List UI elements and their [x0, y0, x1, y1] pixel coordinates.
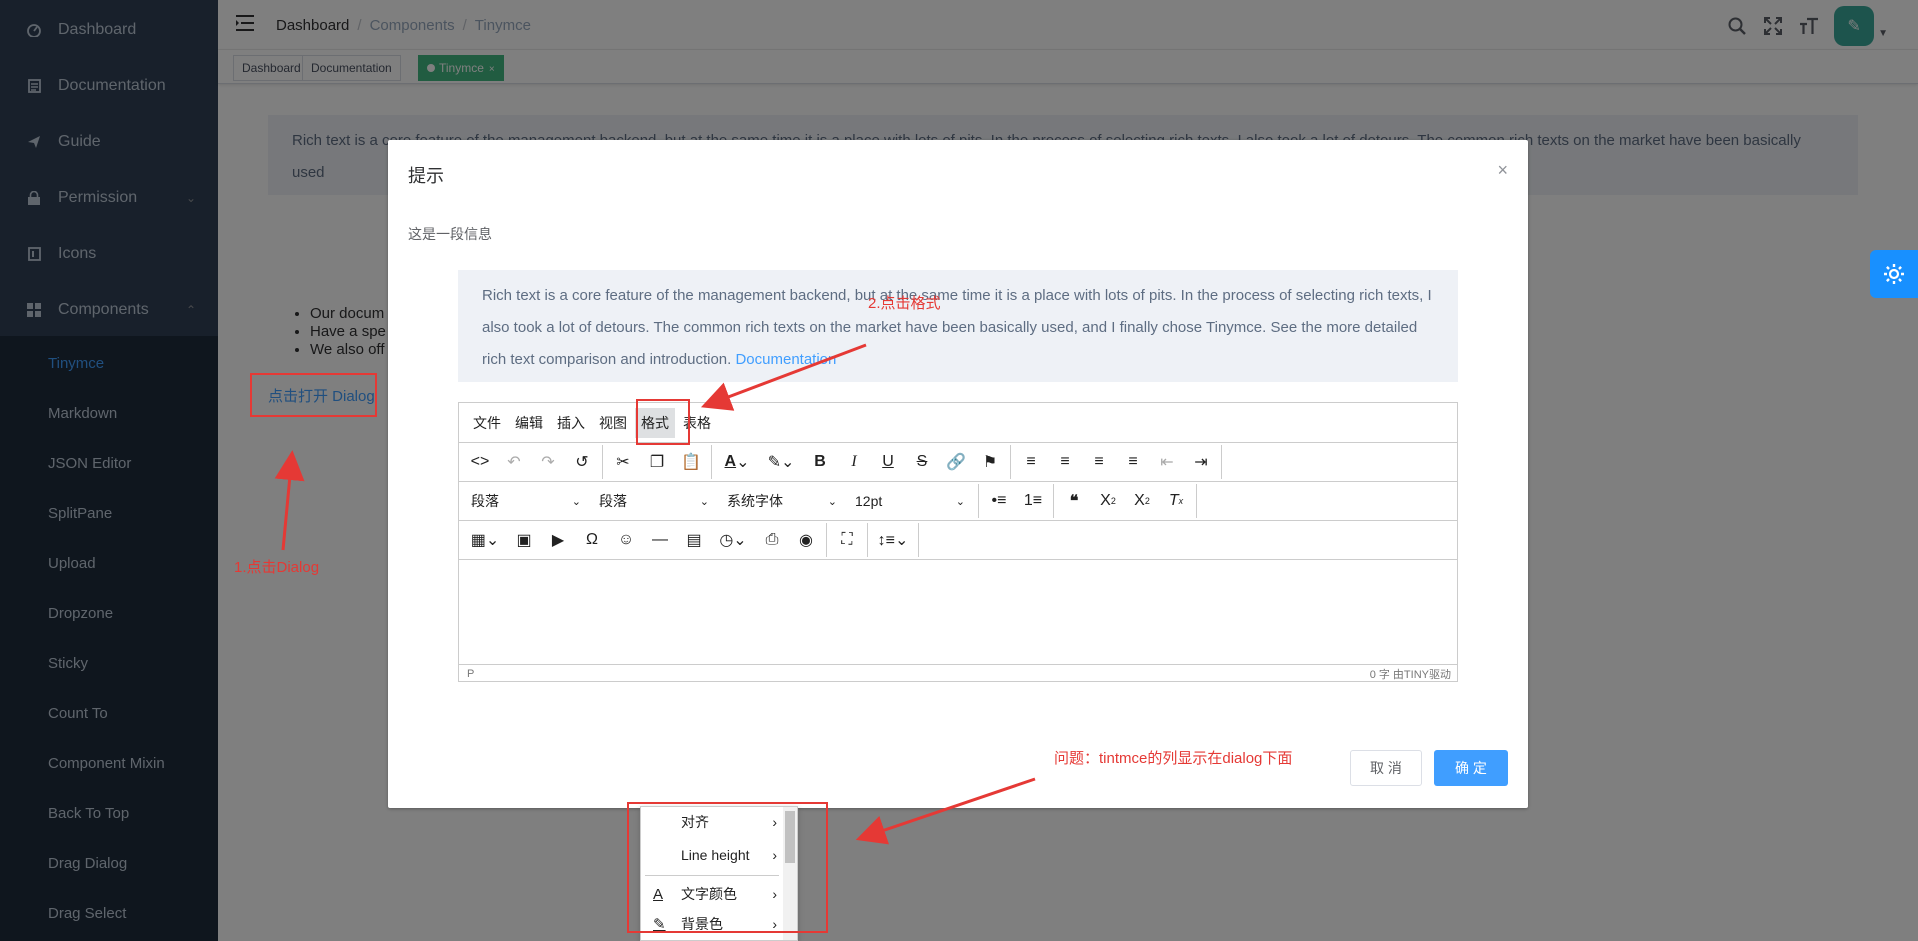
outdent-icon[interactable]: ⇤	[1150, 445, 1184, 479]
subscript-icon[interactable]: X2	[1091, 484, 1125, 518]
text-color-icon[interactable]: A ⌄	[715, 445, 759, 479]
dialog: 提示 × 这是一段信息 Rich text is a core feature …	[388, 140, 1528, 808]
undo-icon[interactable]: ↶	[497, 445, 531, 479]
horizontal-rule-icon[interactable]: —	[643, 523, 677, 557]
remove-format-icon[interactable]: Tx	[1159, 484, 1193, 518]
cut-icon[interactable]: ✂	[606, 445, 640, 479]
close-icon[interactable]: ×	[1497, 160, 1508, 181]
editor-content-area[interactable]	[459, 560, 1457, 665]
editor-statusbar: P 0 字 由TINY驱动	[459, 665, 1457, 683]
chevron-down-icon: ⌄	[827, 495, 837, 508]
tinymce-editor: 文件 编辑 插入 视图 格式 表格 <> ↶ ↷ ↺ ✂ ❐ 📋 A ⌄ ✎⌄ B…	[458, 402, 1458, 682]
toolbar-row-1: <> ↶ ↷ ↺ ✂ ❐ 📋 A ⌄ ✎⌄ B I U S 🔗 ⚑ ≡ ≡ ≡ ≡…	[459, 443, 1457, 482]
emoticons-icon[interactable]: ☺	[609, 523, 643, 557]
strikethrough-icon[interactable]: S	[905, 445, 939, 479]
gear-icon	[1884, 264, 1904, 284]
toolbar-divider	[918, 523, 919, 557]
redo-icon[interactable]: ↷	[531, 445, 565, 479]
annotation-step-1: 1.点击Dialog	[234, 559, 320, 576]
paragraph-select[interactable]: 段落 ⌄	[591, 486, 719, 516]
toolbar-divider	[1196, 484, 1197, 518]
font-family-select[interactable]: 系统字体 ⌄	[719, 486, 847, 516]
documentation-link[interactable]: Documentation	[735, 351, 836, 368]
link-icon[interactable]: 🔗	[939, 445, 973, 479]
select-value: 段落	[471, 493, 499, 509]
annotation-step-2: 2.点击格式	[868, 295, 941, 312]
select-value: 系统字体	[727, 493, 783, 509]
toolbar-divider	[1053, 484, 1054, 518]
toolbar-divider	[711, 445, 712, 479]
media-icon[interactable]: ▶	[541, 523, 575, 557]
toolbar-row-2: 段落 ⌄ 段落 ⌄ 系统字体 ⌄ 12pt ⌄ •≡ 1≡ ❝ X2 X2 Tx	[459, 482, 1457, 521]
toolbar-divider	[1010, 445, 1011, 479]
annotation-box-open-dialog	[250, 373, 377, 417]
superscript-icon[interactable]: X2	[1125, 484, 1159, 518]
chevron-down-icon: ⌄	[571, 495, 581, 508]
bullet-list-icon[interactable]: •≡	[982, 484, 1016, 518]
toolbar-divider	[1221, 445, 1222, 479]
bold-icon[interactable]: B	[803, 445, 837, 479]
print-icon[interactable]: ⎙	[755, 523, 789, 557]
italic-icon[interactable]: I	[837, 445, 871, 479]
dialog-message: 这是一段信息	[408, 226, 492, 242]
toolbar-divider	[978, 484, 979, 518]
dialog-title: 提示	[408, 166, 444, 186]
bookmark-icon[interactable]: ⚑	[973, 445, 1007, 479]
highlight-icon[interactable]: ✎⌄	[759, 445, 803, 479]
table-icon[interactable]: ▦⌄	[463, 523, 507, 557]
align-justify-icon[interactable]: ≡	[1116, 445, 1150, 479]
chevron-down-icon: ⌄	[699, 495, 709, 508]
select-value: 段落	[599, 493, 627, 509]
cancel-button[interactable]: 取 消	[1350, 750, 1422, 786]
line-height-icon[interactable]: ↕≡⌄	[871, 523, 915, 557]
indent-icon[interactable]: ⇥	[1184, 445, 1218, 479]
chevron-down-icon: ⌄	[955, 495, 965, 508]
menu-insert[interactable]: 插入	[551, 408, 591, 438]
toolbar-divider	[826, 523, 827, 557]
toolbar-divider	[867, 523, 868, 557]
blockquote-icon[interactable]: ❝	[1057, 484, 1091, 518]
block-format-select[interactable]: 段落 ⌄	[463, 486, 591, 516]
preview-icon[interactable]: ◉	[789, 523, 823, 557]
element-path[interactable]: P	[467, 668, 474, 680]
annotation-issue: 问题：tintmce的列显示在dialog下面	[1054, 750, 1293, 767]
page-break-icon[interactable]: ▤	[677, 523, 711, 557]
copy-icon[interactable]: ❐	[640, 445, 674, 479]
align-center-icon[interactable]: ≡	[1048, 445, 1082, 479]
menu-file[interactable]: 文件	[467, 408, 507, 438]
menu-edit[interactable]: 编辑	[509, 408, 549, 438]
restore-draft-icon[interactable]: ↺	[565, 445, 599, 479]
annotation-box-dropdown	[627, 802, 828, 933]
fullscreen-icon[interactable]: ⛶	[830, 523, 864, 557]
editor-tip-block: Rich text is a core feature of the manag…	[458, 270, 1458, 382]
toolbar-divider	[602, 445, 603, 479]
settings-button[interactable]	[1870, 250, 1918, 298]
numbered-list-icon[interactable]: 1≡	[1016, 484, 1050, 518]
image-icon[interactable]: ▣	[507, 523, 541, 557]
editor-tip-text: Rich text is a core feature of the manag…	[482, 287, 1432, 368]
word-count: 0 字 由TINY驱动	[1369, 669, 1451, 681]
select-value: 12pt	[855, 493, 883, 509]
paste-icon[interactable]: 📋	[674, 445, 708, 479]
toolbar-row-3: ▦⌄ ▣ ▶ Ω ☺ — ▤ ◷⌄ ⎙ ◉ ⛶ ↕≡⌄	[459, 521, 1457, 560]
underline-icon[interactable]: U	[871, 445, 905, 479]
code-icon[interactable]: <>	[463, 445, 497, 479]
font-size-select[interactable]: 12pt ⌄	[847, 486, 975, 516]
insert-datetime-icon[interactable]: ◷⌄	[711, 523, 755, 557]
confirm-button[interactable]: 确 定	[1434, 750, 1508, 786]
align-left-icon[interactable]: ≡	[1014, 445, 1048, 479]
annotation-box-format-menu	[636, 399, 690, 445]
menu-view[interactable]: 视图	[593, 408, 633, 438]
align-right-icon[interactable]: ≡	[1082, 445, 1116, 479]
tinymce-menubar: 文件 编辑 插入 视图 格式 表格	[459, 403, 1457, 443]
special-char-icon[interactable]: Ω	[575, 523, 609, 557]
